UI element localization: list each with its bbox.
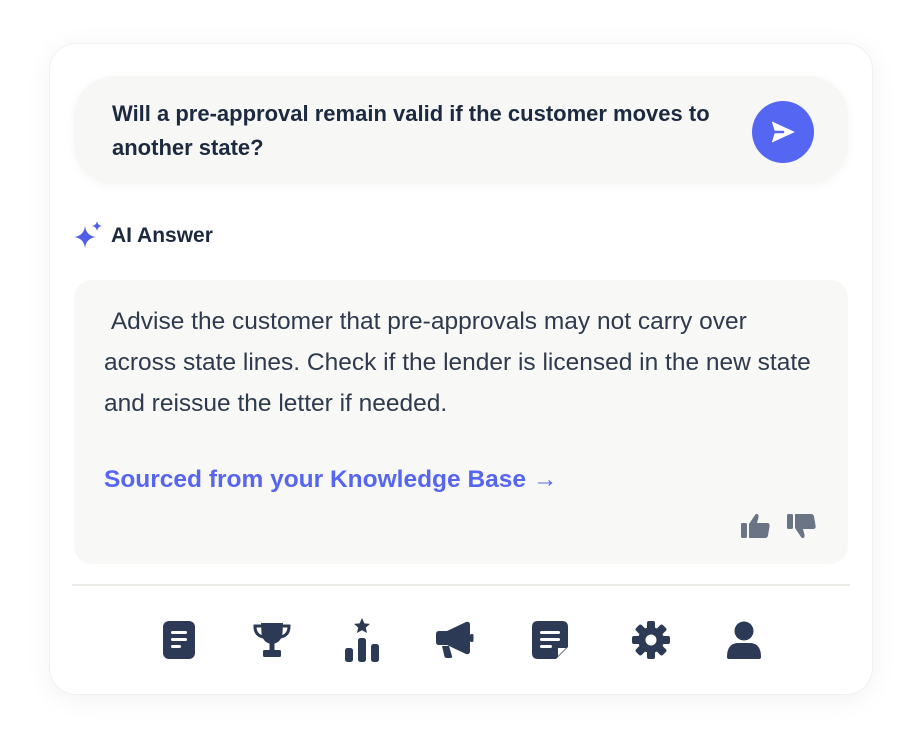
sparkle-icon bbox=[74, 221, 102, 248]
nav-item-leaderboard[interactable] bbox=[336, 614, 388, 666]
feedback-buttons bbox=[740, 512, 818, 540]
megaphone-icon bbox=[436, 621, 474, 658]
divider bbox=[72, 584, 850, 586]
send-icon bbox=[771, 121, 795, 143]
trophy-icon bbox=[253, 623, 291, 657]
answer-text: Advise the customer that pre-approvals m… bbox=[104, 308, 818, 417]
answer-box: Advise the customer that pre-approvals m… bbox=[74, 280, 848, 564]
send-button[interactable] bbox=[752, 101, 814, 163]
ai-answer-header: AI Answer bbox=[72, 220, 213, 252]
question-bar: Will a pre-approval remain valid if the … bbox=[74, 76, 848, 184]
document-icon bbox=[163, 621, 195, 659]
notes-icon bbox=[532, 621, 568, 659]
nav-item-announcements[interactable] bbox=[428, 614, 480, 666]
thumbs-up-icon[interactable] bbox=[740, 512, 772, 540]
knowledge-base-link[interactable]: Sourced from your Knowledge Base → bbox=[104, 466, 557, 494]
leaderboard-icon bbox=[345, 618, 379, 662]
settings-icon bbox=[632, 621, 670, 659]
ai-answer-label: AI Answer bbox=[111, 224, 213, 247]
thumbs-down-icon[interactable] bbox=[786, 512, 818, 540]
bottom-nav bbox=[50, 614, 872, 666]
nav-item-profile[interactable] bbox=[718, 614, 770, 666]
nav-item-settings[interactable] bbox=[625, 614, 677, 666]
nav-item-notes[interactable] bbox=[524, 614, 576, 666]
nav-item-trophy[interactable] bbox=[246, 614, 298, 666]
question-text: Will a pre-approval remain valid if the … bbox=[112, 101, 710, 160]
user-icon bbox=[727, 621, 761, 659]
nav-item-documents[interactable] bbox=[153, 614, 205, 666]
assistant-card: Will a pre-approval remain valid if the … bbox=[50, 44, 872, 694]
